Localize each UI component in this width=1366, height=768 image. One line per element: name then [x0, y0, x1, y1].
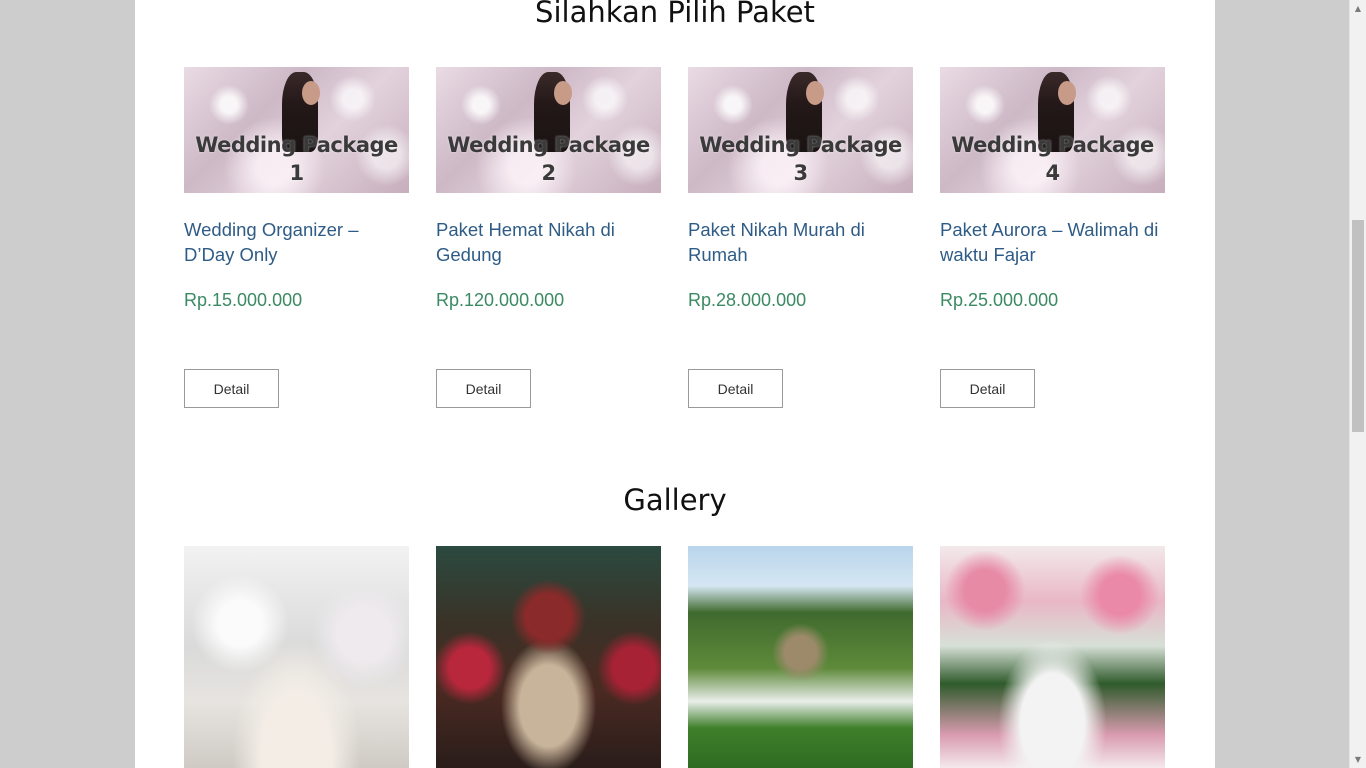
thumbnail-label: Wedding Package 3 — [699, 133, 902, 185]
package-thumbnail[interactable]: Wedding Package 3 — [688, 67, 913, 193]
gallery-image-red-flower-stage[interactable] — [436, 546, 661, 768]
thumbnail-label: Wedding Package 2 — [447, 133, 650, 185]
package-price: Rp.15.000.000 — [184, 290, 303, 310]
couple-head — [302, 81, 320, 105]
package-price: Rp.28.000.000 — [688, 290, 807, 310]
chevron-up-icon[interactable]: ▲ — [1350, 0, 1366, 17]
chevron-down-icon[interactable]: ▼ — [1350, 751, 1366, 768]
paket-section-title: Silahkan Pilih Paket — [535, 0, 815, 29]
vertical-scrollbar[interactable]: ▲ ▼ — [1349, 0, 1366, 768]
package-thumbnail[interactable]: Wedding Package 2 — [436, 67, 661, 193]
thumbnail-label: Wedding Package 4 — [951, 133, 1154, 185]
page-content: Silahkan Pilih Paket Wedding Package 1 We… — [135, 0, 1215, 768]
gallery-image-pink-decoration[interactable] — [940, 546, 1165, 768]
detail-button[interactable]: Detail — [436, 369, 531, 408]
package-thumbnail[interactable]: Wedding Package 4 — [940, 67, 1165, 193]
package-card-3: Wedding Package 3 Paket Nikah Murah di Ru… — [688, 67, 913, 408]
package-title-link[interactable]: Wedding Organizer – D’Day Only — [184, 217, 409, 267]
couple-head — [1058, 81, 1076, 105]
detail-button[interactable]: Detail — [688, 369, 783, 408]
package-price: Rp.25.000.000 — [940, 290, 1059, 310]
detail-button[interactable]: Detail — [184, 369, 279, 408]
package-thumbnail[interactable]: Wedding Package 1 — [184, 67, 409, 193]
package-card-2: Wedding Package 2 Paket Hemat Nikah di Ge… — [436, 67, 661, 408]
thumbnail-label: Wedding Package 1 — [195, 133, 398, 185]
package-card-4: Wedding Package 4 Paket Aurora – Walimah … — [940, 67, 1165, 408]
package-price: Rp.120.000.000 — [436, 290, 565, 310]
couple-head — [806, 81, 824, 105]
gallery-image-garden-pavilion[interactable] — [688, 546, 913, 768]
package-title-link[interactable]: Paket Aurora – Walimah di waktu Fajar — [940, 217, 1165, 267]
scrollbar-thumb[interactable] — [1352, 220, 1364, 432]
gallery-section-title: Gallery — [623, 483, 727, 517]
package-card-1: Wedding Package 1 Wedding Organizer – D’D… — [184, 67, 409, 408]
gallery-image-white-hall[interactable] — [184, 546, 409, 768]
package-title-link[interactable]: Paket Nikah Murah di Rumah — [688, 217, 913, 267]
couple-head — [554, 81, 572, 105]
package-title-link[interactable]: Paket Hemat Nikah di Gedung — [436, 217, 661, 267]
detail-button[interactable]: Detail — [940, 369, 1035, 408]
